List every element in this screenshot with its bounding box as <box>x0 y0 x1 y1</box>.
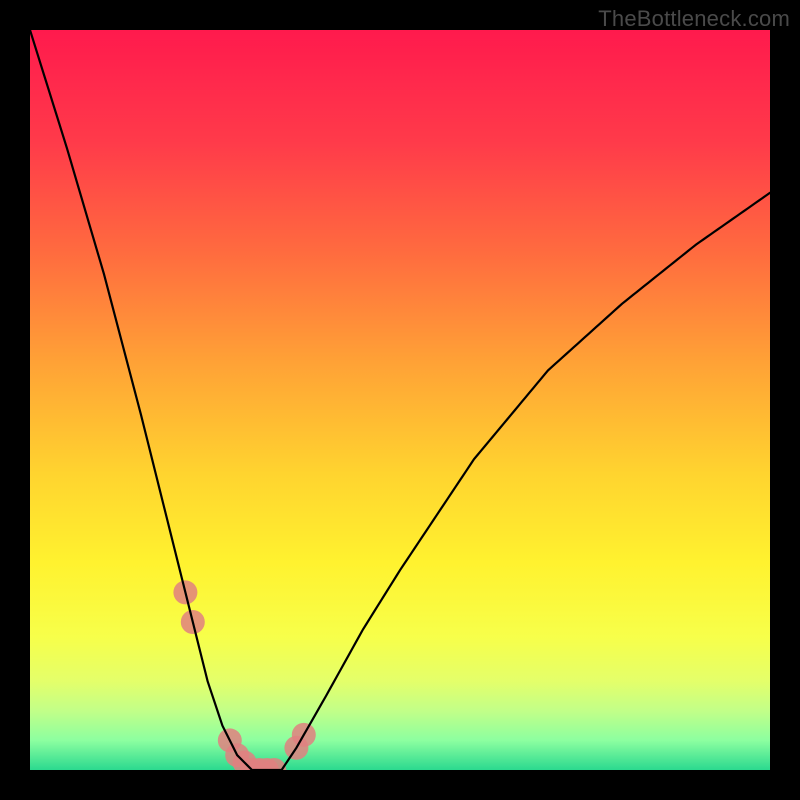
bottleneck-curve <box>30 30 770 770</box>
plot-area <box>30 30 770 770</box>
curve-layer <box>30 30 770 770</box>
watermark-text: TheBottleneck.com <box>598 6 790 32</box>
marker-group <box>173 580 315 770</box>
chart-frame: TheBottleneck.com <box>0 0 800 800</box>
